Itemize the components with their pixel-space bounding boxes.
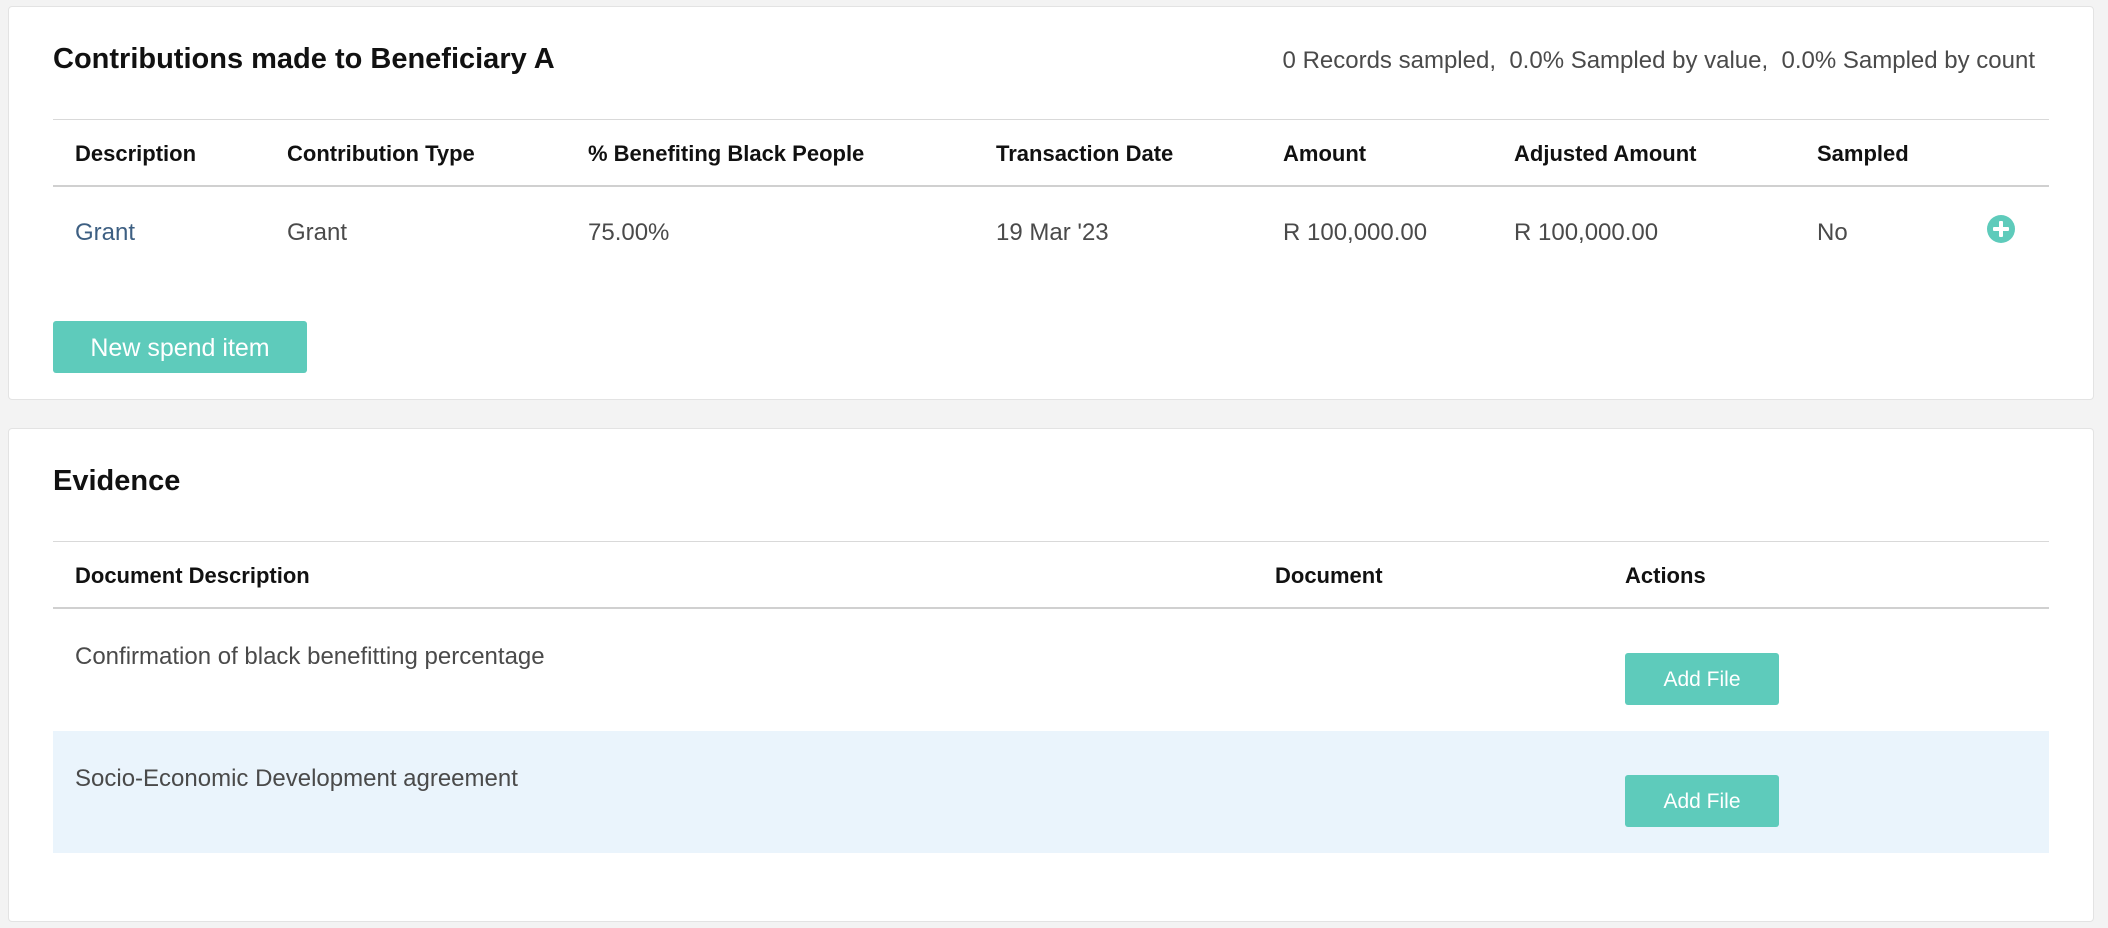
document-description-cell: Socio-Economic Development agreement (75, 765, 518, 792)
adjusted-amount-cell: R 100,000.00 (1514, 219, 1659, 246)
evidence-card: Evidence Document Description Document A… (8, 428, 2094, 922)
transaction-date-cell: 19 Mar '23 (996, 219, 1109, 246)
sampled-by-count-text: 0.0% Sampled by count (1781, 47, 2036, 74)
sampled-cell: No (1817, 219, 1848, 246)
sampled-by-value-text: 0.0% Sampled by value, (1509, 47, 1769, 74)
column-header-amount: Amount (1283, 141, 1367, 166)
contributions-title: Contributions made to Beneficiary A (53, 43, 555, 75)
plus-circle-icon[interactable] (1987, 215, 2015, 243)
sampling-summary: 0 Records sampled, 0.0% Sampled by value… (1283, 47, 2035, 75)
benefiting-cell: 75.00% (588, 219, 670, 246)
table-row: Confirmation of black benefitting percen… (53, 609, 2049, 731)
column-header-description: Description (75, 141, 197, 166)
contribution-type-cell: Grant (287, 219, 348, 246)
add-file-button[interactable]: Add File (1625, 653, 1779, 705)
column-header-actions: Actions (1625, 563, 1706, 588)
column-header-document-description: Document Description (75, 563, 310, 588)
table-row: Grant Grant 75.00% 19 Mar '23 R 100,000.… (53, 187, 2049, 283)
amount-cell: R 100,000.00 (1283, 219, 1428, 246)
column-header-contribution-type: Contribution Type (287, 141, 475, 166)
document-description-cell: Confirmation of black benefitting percen… (75, 643, 545, 670)
evidence-table-header: Document Description Document Actions (53, 541, 2049, 609)
column-header-adjusted-amount: Adjusted Amount (1514, 141, 1697, 166)
evidence-title: Evidence (53, 465, 181, 497)
table-row: Socio-Economic Development agreement Add… (53, 731, 2049, 853)
column-header-benefiting: % Benefiting Black People (588, 141, 865, 166)
contributions-table: Description Contribution Type % Benefiti… (53, 119, 2049, 283)
description-link[interactable]: Grant (75, 219, 135, 247)
evidence-table: Document Description Document Actions Co… (53, 541, 2049, 853)
contributions-card: Contributions made to Beneficiary A 0 Re… (8, 6, 2094, 400)
column-header-document: Document (1275, 563, 1383, 588)
contributions-table-header: Description Contribution Type % Benefiti… (53, 119, 2049, 187)
new-spend-item-button[interactable]: New spend item (53, 321, 307, 373)
column-header-sampled: Sampled (1817, 141, 1909, 166)
records-sampled-text: 0 Records sampled, (1282, 47, 1496, 74)
column-header-transaction-date: Transaction Date (996, 141, 1174, 166)
add-file-button[interactable]: Add File (1625, 775, 1779, 827)
